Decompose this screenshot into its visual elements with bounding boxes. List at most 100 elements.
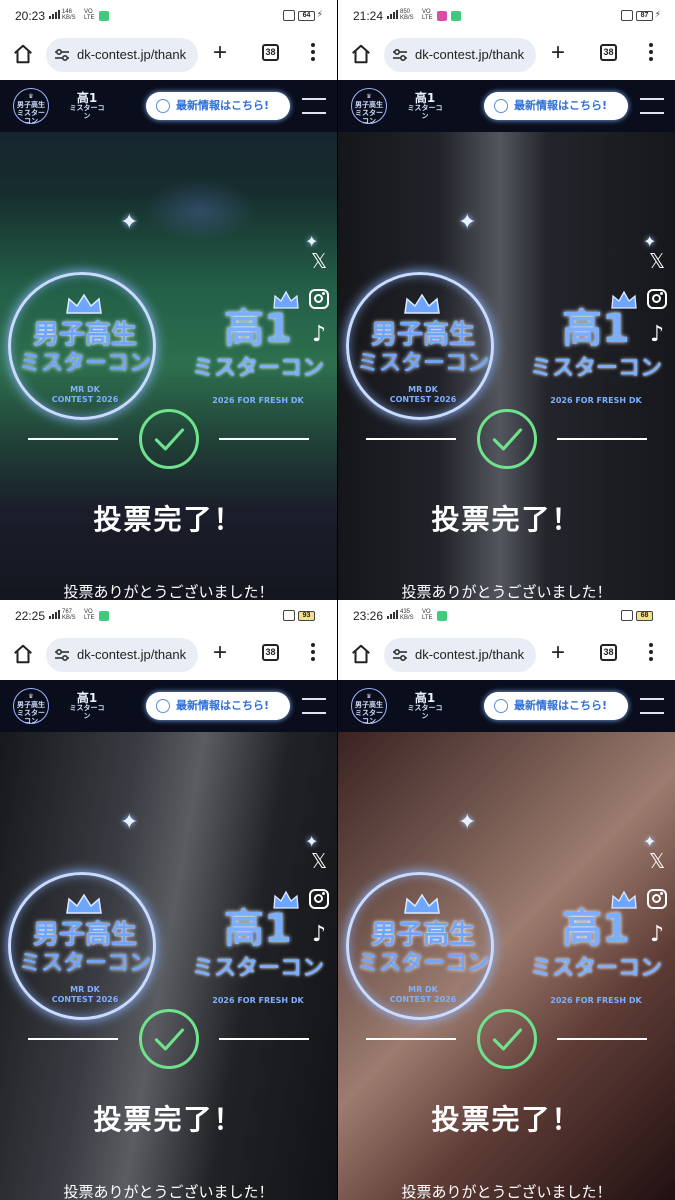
fresh-logo-kanji: 高1 bbox=[224, 906, 292, 952]
home-icon[interactable] bbox=[350, 43, 372, 65]
vote-thanks-text: 投票ありがとうございました！ bbox=[401, 1183, 612, 1200]
address-bar[interactable]: dk-contest.jp/thank bbox=[384, 638, 536, 672]
logo-title-line1: 男子高生 bbox=[32, 320, 137, 350]
fresh-contest-logo: 高1 ミスターコン 2026 FOR FRESH DK bbox=[192, 290, 324, 410]
site-settings-icon[interactable] bbox=[54, 48, 70, 62]
site-logo-dk[interactable]: ♛ 男子高生 ミスターコン bbox=[13, 688, 49, 725]
tab-switcher-button[interactable]: 38 bbox=[600, 44, 617, 61]
site-logo-fresh[interactable]: 高1 ミスターコン bbox=[405, 92, 445, 120]
net-speed: 146 KB/S bbox=[62, 9, 76, 21]
sparkle-icon: ✦ bbox=[120, 810, 139, 835]
mini-logo-line1: 男子高生 bbox=[355, 701, 383, 709]
more-menu-icon[interactable] bbox=[310, 43, 316, 63]
tab-switcher-button[interactable]: 38 bbox=[262, 644, 279, 661]
address-bar[interactable]: dk-contest.jp/thank bbox=[384, 38, 536, 72]
site-logo-dk[interactable]: ♛ 男子高生 ミスターコン bbox=[351, 688, 387, 725]
latest-news-label: 最新情報はこちら! bbox=[514, 699, 608, 712]
chevron-down-icon bbox=[494, 699, 508, 713]
vote-complete-title: 投票完了！ bbox=[93, 1103, 244, 1136]
latest-news-button[interactable]: 最新情報はこちら! bbox=[484, 92, 628, 120]
check-circle-icon bbox=[139, 409, 199, 469]
signal-icon bbox=[49, 10, 60, 19]
hamburger-menu-icon[interactable] bbox=[302, 98, 326, 114]
crown-icon bbox=[66, 893, 102, 914]
x-twitter-icon[interactable]: 𝕏 bbox=[308, 250, 330, 272]
site-settings-icon[interactable] bbox=[392, 48, 408, 62]
net-speed: 850 KB/S bbox=[400, 9, 414, 21]
tab-switcher-button[interactable]: 38 bbox=[600, 644, 617, 661]
address-bar[interactable]: dk-contest.jp/thank bbox=[46, 638, 198, 672]
logo-subtitle-line1: MR DK bbox=[70, 385, 100, 394]
sparkle-icon: ✦ bbox=[305, 832, 319, 851]
mini-logo-line1: 男子高生 bbox=[17, 701, 45, 709]
fresh-logo-subtitle: 2026 FOR FRESH DK bbox=[550, 396, 642, 405]
address-bar[interactable]: dk-contest.jp/thank bbox=[46, 38, 198, 72]
site-logo-fresh[interactable]: 高1 ミスターコン bbox=[67, 92, 107, 120]
net-speed: 767 KB/S bbox=[62, 609, 76, 621]
battery-icon: 87 bbox=[636, 11, 653, 21]
site-logo-dk[interactable]: ♛ 男子高生 ミスターコン bbox=[13, 88, 49, 125]
mini-logo2-kanji: 高1 bbox=[76, 91, 98, 105]
x-twitter-icon[interactable]: 𝕏 bbox=[646, 250, 668, 272]
site-settings-icon[interactable] bbox=[392, 648, 408, 662]
site-settings-icon[interactable] bbox=[54, 648, 70, 662]
new-tab-button[interactable]: + bbox=[213, 41, 227, 65]
site-header: ♛ 男子高生 ミスターコン 高1 ミスターコン 最新情報はこちら! bbox=[0, 80, 337, 132]
vibrate-icon bbox=[283, 10, 295, 21]
battery-icon: 68 bbox=[636, 611, 653, 621]
more-menu-icon[interactable] bbox=[648, 643, 654, 663]
x-twitter-icon[interactable]: 𝕏 bbox=[308, 850, 330, 872]
x-twitter-icon[interactable]: 𝕏 bbox=[646, 850, 668, 872]
home-icon[interactable] bbox=[12, 43, 34, 65]
latest-news-button[interactable]: 最新情報はこちら! bbox=[146, 692, 290, 720]
latest-news-label: 最新情報はこちら! bbox=[176, 699, 270, 712]
crown-icon: ♛ bbox=[28, 693, 34, 700]
fresh-logo-title: ミスターコン bbox=[192, 356, 325, 381]
status-time: 20:23 bbox=[15, 9, 46, 23]
logo-subtitle-line2: CONTEST 2026 bbox=[389, 395, 457, 404]
latest-news-button[interactable]: 最新情報はこちら! bbox=[484, 692, 628, 720]
new-tab-button[interactable]: + bbox=[551, 41, 565, 65]
mini-logo2-kanji: 高1 bbox=[414, 691, 436, 705]
divider-line bbox=[219, 438, 309, 440]
status-bar: 23:26 435 KB/S VO LTE 68 bbox=[338, 600, 675, 632]
web-page: ♛ 男子高生 ミスターコン 高1 ミスターコン 最新情報はこちら! 𝕏 ♪ 男子… bbox=[338, 80, 675, 600]
logo-title-line2: ミスターコン bbox=[356, 951, 489, 976]
logo-title-line2: ミスターコン bbox=[18, 351, 151, 376]
site-logo-fresh[interactable]: 高1 ミスターコン bbox=[405, 692, 445, 720]
home-icon[interactable] bbox=[350, 643, 372, 665]
mini-logo2-sub: ミスターコン bbox=[69, 104, 105, 120]
hamburger-menu-icon[interactable] bbox=[640, 698, 664, 714]
hamburger-menu-icon[interactable] bbox=[640, 98, 664, 114]
notification-icon bbox=[437, 611, 447, 621]
battery-icon: 93 bbox=[298, 611, 315, 621]
more-menu-icon[interactable] bbox=[310, 643, 316, 663]
url-text: dk-contest.jp/thank bbox=[415, 647, 525, 662]
crown-icon: ♛ bbox=[366, 93, 372, 100]
sparkle-icon: ✦ bbox=[458, 210, 477, 235]
new-tab-button[interactable]: + bbox=[551, 641, 565, 665]
fresh-logo-subtitle: 2026 FOR FRESH DK bbox=[212, 996, 304, 1005]
contest-logo-circle: 男子高生 ミスターコン MR DK CONTEST 2026 bbox=[346, 272, 494, 420]
vibrate-icon bbox=[621, 10, 633, 21]
hamburger-menu-icon[interactable] bbox=[302, 698, 326, 714]
screenshot-panel-2: 21:24 850 KB/S VO LTE 87 ⚡ dk-contest.jp/t… bbox=[338, 0, 675, 600]
vote-thanks-text: 投票ありがとうございました！ bbox=[63, 1183, 274, 1200]
divider-line bbox=[28, 1038, 118, 1040]
more-menu-icon[interactable] bbox=[648, 43, 654, 63]
home-icon[interactable] bbox=[12, 643, 34, 665]
tab-switcher-button[interactable]: 38 bbox=[262, 44, 279, 61]
vibrate-icon bbox=[621, 610, 633, 621]
site-logo-fresh[interactable]: 高1 ミスターコン bbox=[67, 692, 107, 720]
screenshot-panel-1: 20:23 146 KB/S VO LTE 64 ⚡ dk-contest.jp/t… bbox=[0, 0, 337, 600]
latest-news-button[interactable]: 最新情報はこちら! bbox=[146, 92, 290, 120]
new-tab-button[interactable]: + bbox=[213, 641, 227, 665]
fresh-contest-logo: 高1 ミスターコン 2026 FOR FRESH DK bbox=[530, 890, 662, 1010]
chevron-down-icon bbox=[156, 699, 170, 713]
mini-logo-line2: ミスターコン bbox=[17, 709, 45, 725]
fresh-contest-logo: 高1 ミスターコン 2026 FOR FRESH DK bbox=[530, 290, 662, 410]
notification-icon bbox=[451, 11, 461, 21]
crown-icon bbox=[66, 293, 102, 314]
site-logo-dk[interactable]: ♛ 男子高生 ミスターコン bbox=[351, 88, 387, 125]
vibrate-icon bbox=[283, 610, 295, 621]
